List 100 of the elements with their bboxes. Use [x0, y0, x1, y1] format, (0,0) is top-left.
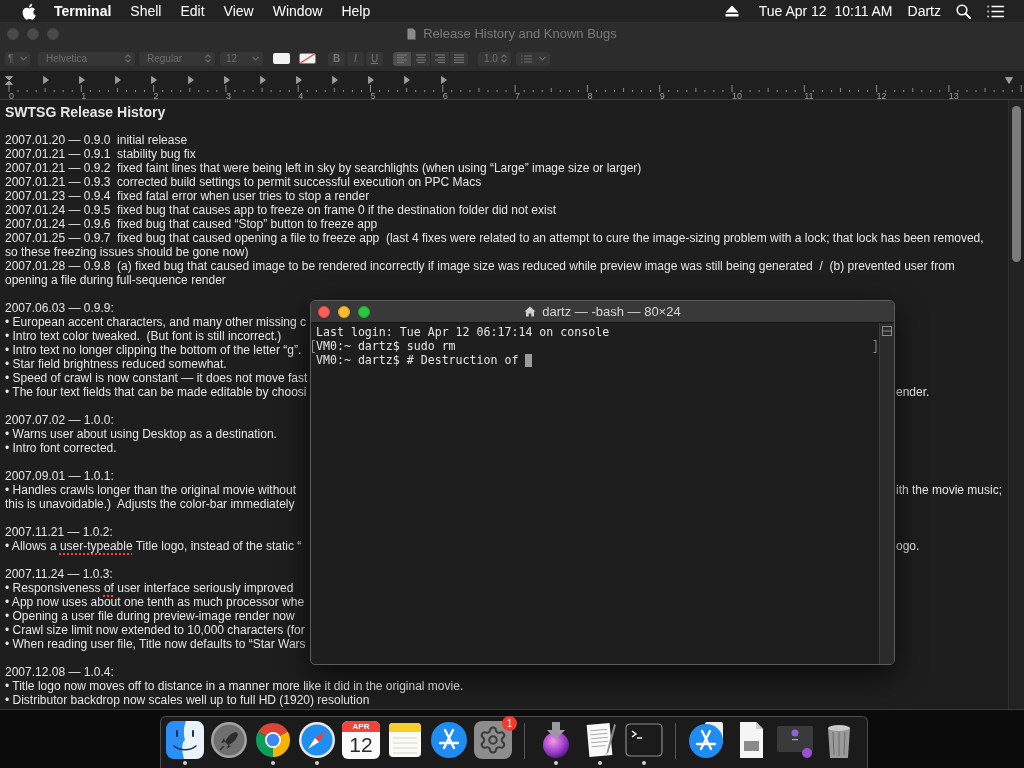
tab-stop-icon[interactable] — [79, 76, 86, 84]
calendar-month: APR — [352, 721, 370, 732]
face-icon[interactable] — [166, 721, 204, 759]
text-line: • The four text fields that can be made editable by choosi — [5, 385, 307, 399]
up-down-arrows-icon — [501, 54, 507, 63]
segmented-circle-icon[interactable] — [254, 721, 292, 759]
clock[interactable]: Tue Apr 12 10:11 AM — [758, 0, 893, 22]
up-down-arrows-icon — [205, 54, 211, 63]
list-icon — [521, 54, 532, 63]
apple-logo-icon[interactable] — [22, 2, 36, 20]
tab-stop-icon[interactable] — [223, 76, 230, 84]
text-color-well[interactable] — [273, 53, 290, 64]
ruler-number: 11 — [804, 92, 814, 100]
text-line: • Star field brightness reduced somewhat. — [5, 357, 227, 371]
text-line: 2007.01.23 — 0.9.4 fixed fatal error when user tries to stop a render — [5, 189, 370, 203]
text-line: 2007.09.01 — 1.0.1: — [5, 469, 114, 483]
align-left-icon — [397, 53, 407, 64]
text-line: • Speed of crawl is now constant — it does not move fast — [5, 371, 308, 385]
compass-icon[interactable] — [298, 721, 336, 759]
menu-item[interactable]: Help — [341, 0, 371, 22]
eject-icon[interactable] — [724, 5, 739, 17]
user-name[interactable]: Dartz — [907, 0, 941, 22]
text-line: • App now uses about one tenth as much processor whe — [5, 595, 305, 609]
tab-stop-icon[interactable] — [296, 76, 302, 84]
terminal-icon[interactable] — [625, 721, 663, 759]
calendar-tile[interactable]: APR 12 — [342, 721, 380, 759]
align-center-icon — [416, 53, 426, 64]
ruler-number: 5 — [370, 92, 376, 100]
text-line: 2007.01.25 — 0.9.7 fixed bug that caused opening a file to freeze app (last 4 fixes were related to an attempt to cure the image-sizing problem with a lock; that lock has been removed, — [5, 231, 984, 245]
minimize-button[interactable] — [338, 305, 350, 318]
scrollbar-thumb[interactable] — [1012, 106, 1021, 262]
indent-marker-icon[interactable] — [5, 76, 13, 85]
tab-stop-icon[interactable] — [115, 76, 122, 84]
text-line: 2007.01.24 — 0.9.5 fixed bug that causes app to freeze on frame 0 if the destination folder did not exist — [5, 203, 557, 217]
text-line: • Intro text no longer clipping the bottom of the letter “g”. — [5, 343, 302, 357]
tab-stop-icon[interactable] — [151, 76, 158, 84]
document-heading: SWTSG Release History — [5, 105, 166, 119]
menu-item[interactable]: Shell — [130, 0, 162, 22]
terminal-line: VM0:~ dartz$ # Destruction of — [316, 353, 519, 367]
text-line: • When reading user file, Title now defaults to “Star Wars — [5, 637, 306, 651]
terminal-line: Last login: Tue Apr 12 06:17:14 on console — [316, 325, 610, 339]
letter-a-circle-icon[interactable] — [688, 721, 726, 759]
no-color-well[interactable] — [299, 53, 316, 64]
tab-stop-icon[interactable] — [43, 76, 49, 84]
alignment-button[interactable] — [412, 51, 430, 66]
text-line: • Distributor backdrop now scales well up to full HD (1920) resolution — [5, 693, 370, 707]
ruler-number: 4 — [298, 92, 304, 100]
ruler-number: 9 — [659, 92, 665, 100]
alignment-button[interactable] — [450, 51, 468, 66]
close-button[interactable] — [318, 305, 330, 318]
text-line: • Crawl size limit now extended to 10,000 characters (for — [5, 623, 305, 637]
menu-item[interactable]: View — [223, 0, 254, 22]
document-icon — [407, 28, 417, 40]
window-title: dartz — -bash — 80×24 — [542, 302, 681, 321]
text-line: 2007.01.20 — 0.9.0 initial release — [5, 133, 188, 147]
text-line: • Intro font corrected. — [5, 441, 117, 455]
alignment-button[interactable] — [431, 51, 449, 66]
text-line: 2007.01.24 — 0.9.6 fixed bug that caused “Stop” button to freeze app — [5, 217, 378, 231]
list-icon[interactable] — [987, 4, 1004, 18]
tab-stop-icon[interactable] — [259, 76, 266, 84]
text-line: • Title logo now moves off to distance in a manner more like it did in the original movie. — [5, 679, 464, 693]
text-line: 2007.01.21 — 0.9.1 stability bug fix — [5, 147, 196, 161]
tab-stop-icon[interactable] — [187, 76, 194, 84]
search-icon[interactable] — [956, 3, 971, 19]
split-view-icon[interactable] — [882, 326, 892, 336]
text-line: 2007.11.24 — 1.0.3: — [5, 567, 113, 581]
tab-stop-icon[interactable] — [404, 76, 411, 84]
align-right-icon — [435, 53, 445, 64]
text-line: opening a file during full-sequence render — [5, 273, 226, 287]
ruler-number: 2 — [153, 92, 159, 100]
chevron-down-icon — [252, 56, 259, 61]
notepad-icon[interactable] — [386, 721, 424, 759]
ruler-number: 7 — [515, 92, 521, 100]
zoom-button[interactable] — [358, 305, 370, 318]
menu-item[interactable]: Edit — [180, 0, 205, 22]
text-line: ogo. — [896, 539, 920, 553]
ruler-number: 12 — [876, 92, 887, 100]
text-line: 2007.12.08 — 1.0.4: — [5, 665, 114, 679]
align-justify-icon — [454, 53, 464, 64]
notification-badge: 1 — [502, 716, 517, 731]
menu-item[interactable]: Window — [272, 0, 323, 22]
text-line: • Intro text color tweaked. (But font is still incorrect.) — [5, 329, 282, 343]
rocket-icon[interactable] — [210, 721, 248, 759]
ruler-number: 10 — [731, 92, 742, 100]
text-line: 2007.07.02 — 1.0.0: — [5, 413, 114, 427]
text-line: 2007.06.03 — 0.9.9: — [5, 301, 114, 315]
tab-stop-icon[interactable] — [440, 76, 447, 84]
text-line: ith the movie music; — [896, 483, 1003, 497]
text-line: 2007.01.21 — 0.9.2 fixed faint lines that were being left in sky by searchlights (when using “Large” image size or larger) — [5, 161, 642, 175]
tab-stop-icon[interactable] — [368, 76, 375, 84]
home-icon — [524, 306, 537, 317]
right-margin-marker-icon[interactable] — [1005, 77, 1013, 84]
alignment-button[interactable] — [393, 51, 411, 66]
app-menu[interactable]: Terminal — [54, 0, 112, 22]
up-down-arrows-icon — [125, 54, 131, 63]
gear-icon[interactable] — [474, 721, 512, 759]
text-line: 2007.01.28 — 0.9.8 (a) fixed bug that caused image to be rendered incorrectly if image size was reduced while preview image was still being generated / (b) prevented user from — [5, 259, 955, 273]
tab-stop-icon[interactable] — [332, 76, 339, 84]
ruler-number: 8 — [587, 92, 593, 100]
letter-a-circle-icon[interactable] — [430, 721, 468, 759]
